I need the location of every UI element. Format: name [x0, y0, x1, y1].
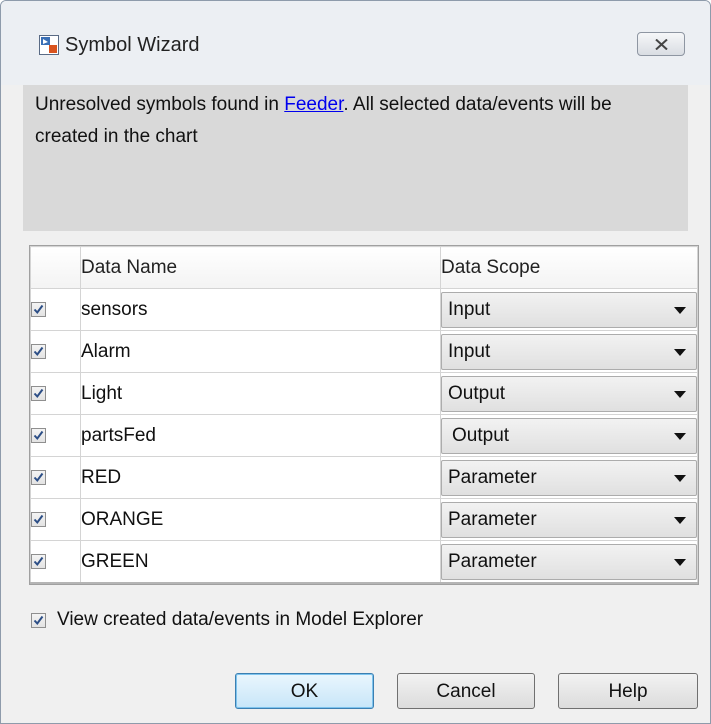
chevron-down-icon [674, 348, 686, 356]
chevron-down-icon [674, 474, 686, 482]
checkmark-icon [33, 615, 44, 626]
data-scope-value: Output [448, 382, 506, 404]
data-name-cell[interactable]: partsFed [80, 414, 441, 457]
row-checkbox[interactable] [31, 427, 46, 443]
info-panel: Unresolved symbols found in Feeder. All … [23, 85, 688, 231]
data-scope-select[interactable]: Parameter [441, 543, 697, 580]
data-scope-value: Input [448, 298, 491, 320]
data-scope-select[interactable]: Input [441, 333, 697, 370]
row-checkbox[interactable] [31, 511, 46, 527]
data-scope-column-header[interactable]: Data Scope [440, 246, 698, 289]
data-scope-value: Input [448, 340, 491, 362]
data-name-cell[interactable]: RED [80, 456, 441, 499]
data-scope-select[interactable]: Output [441, 375, 697, 412]
table-row: partsFed Output [30, 414, 698, 457]
data-name-cell[interactable]: ORANGE [80, 498, 441, 541]
table-scrollbar-edge [30, 582, 698, 584]
cancel-button[interactable]: Cancel [397, 673, 535, 709]
view-in-explorer-label[interactable]: View created data/events in Model Explor… [57, 605, 423, 635]
chevron-down-icon [674, 390, 686, 398]
checkmark-icon [33, 472, 44, 482]
checkmark-icon [33, 430, 44, 440]
info-message: Unresolved symbols found in Feeder. All … [35, 89, 675, 153]
data-name-cell[interactable]: GREEN [80, 540, 441, 583]
row-checkbox[interactable] [31, 553, 46, 569]
row-checkbox[interactable] [31, 343, 46, 359]
feeder-link[interactable]: Feeder [284, 94, 343, 115]
chevron-down-icon [674, 516, 686, 524]
simulink-chart-icon [39, 35, 59, 55]
title-bar[interactable]: Symbol Wizard [1, 1, 710, 85]
data-scope-select[interactable]: Input [441, 291, 697, 328]
checkmark-icon [33, 388, 44, 398]
close-icon [655, 39, 668, 50]
ok-button[interactable]: OK [235, 673, 374, 709]
checkmark-icon [33, 514, 44, 524]
chevron-down-icon [674, 558, 686, 566]
info-prefix: Unresolved symbols found in [35, 94, 285, 115]
table-row: Alarm Input [30, 330, 698, 373]
data-name-cell[interactable]: Alarm [80, 330, 441, 373]
data-scope-select[interactable]: Parameter [441, 459, 697, 496]
chevron-down-icon [674, 432, 686, 440]
table-row: ORANGE Parameter [30, 498, 698, 541]
checkmark-icon [33, 304, 44, 314]
help-button[interactable]: Help [558, 673, 698, 709]
data-scope-select[interactable]: Output [441, 417, 697, 454]
data-scope-value: Parameter [448, 508, 537, 530]
row-checkbox[interactable] [31, 301, 46, 317]
data-scope-value: Parameter [448, 550, 537, 572]
table-row: sensors Input [30, 288, 698, 331]
chevron-down-icon [674, 306, 686, 314]
symbol-wizard-dialog: Symbol Wizard Unresolved symbols found i… [0, 0, 711, 724]
close-button[interactable] [637, 32, 685, 56]
table-row: Light Output [30, 372, 698, 415]
view-in-explorer-checkbox[interactable] [31, 613, 46, 628]
data-name-column-header[interactable]: Data Name [80, 246, 441, 289]
checkmark-icon [33, 556, 44, 566]
table-row: GREEN Parameter [30, 540, 698, 583]
table-header-row: Data Name Data Scope [30, 246, 698, 289]
check-column-header [30, 246, 81, 289]
window-title: Symbol Wizard [65, 34, 200, 56]
data-scope-value: Output [452, 424, 510, 446]
data-name-cell[interactable]: Light [80, 372, 441, 415]
checkmark-icon [33, 346, 44, 356]
data-scope-select[interactable]: Parameter [441, 501, 697, 538]
symbols-table: Data Name Data Scope sensors Input Alarm… [29, 245, 699, 585]
data-name-cell[interactable]: sensors [80, 288, 441, 331]
row-checkbox[interactable] [31, 385, 46, 401]
table-row: RED Parameter [30, 456, 698, 499]
data-scope-value: Parameter [448, 466, 537, 488]
row-checkbox[interactable] [31, 469, 46, 485]
